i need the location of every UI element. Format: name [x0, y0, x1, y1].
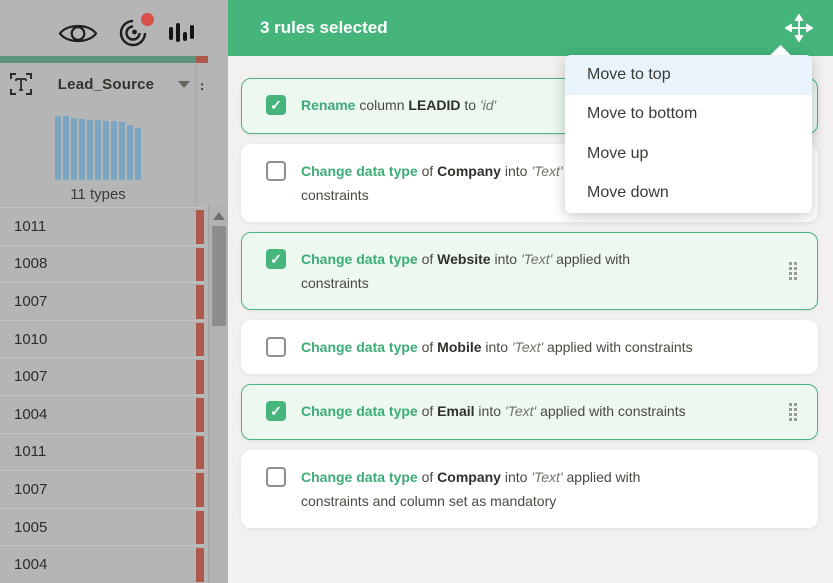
histogram-types-label: 11 types — [70, 186, 126, 203]
column-histogram: 11 types — [0, 108, 196, 207]
value-row[interactable]: 1004 — [0, 545, 204, 583]
cell-value: 1005 — [14, 518, 48, 536]
menu-item-move-down[interactable]: Move down — [565, 174, 812, 214]
notification-badge — [141, 13, 154, 26]
value-row[interactable]: 1004 — [0, 394, 204, 433]
cell-value: 1008 — [14, 255, 48, 273]
menu-item-move-to-top[interactable]: Move to top — [565, 55, 812, 95]
scrollbar[interactable] — [208, 205, 228, 583]
cell-value: 1004 — [14, 405, 48, 423]
value-row[interactable]: 1007 — [0, 357, 204, 395]
text-type-icon — [8, 71, 34, 97]
histogram-bar — [87, 120, 93, 180]
cell-value: 1007 — [14, 368, 48, 386]
value-row[interactable]: 1005 — [0, 507, 204, 546]
histogram-bar — [95, 120, 101, 180]
cell-value: 1004 — [14, 556, 48, 574]
histogram-bar — [135, 128, 141, 180]
column-menu-caret-icon[interactable] — [178, 80, 190, 88]
quality-invalid-segment — [196, 56, 208, 63]
invalid-stripe — [196, 247, 204, 282]
column-toolbar — [0, 10, 208, 56]
checkbox-unchecked[interactable] — [266, 337, 286, 357]
histogram-bar — [111, 121, 117, 180]
invalid-stripe — [196, 285, 204, 319]
scrollbar-up-arrow-icon[interactable] — [212, 212, 225, 220]
eye-icon[interactable] — [58, 21, 98, 46]
value-row[interactable]: 1011 — [0, 207, 204, 245]
cell-value: 1010 — [14, 330, 48, 348]
cell-value: 1011 — [14, 217, 47, 235]
rule-description: Change data type of Email into 'Text' ap… — [301, 403, 686, 419]
value-row[interactable]: 1007 — [0, 282, 204, 320]
target-icon[interactable] — [117, 13, 154, 49]
rule-card[interactable]: ✓ Change data type of Website into 'Text'… — [241, 232, 818, 310]
invalid-stripe — [196, 548, 204, 582]
cell-value: 1011 — [14, 443, 47, 461]
menu-item-move-up[interactable]: Move up — [565, 134, 812, 174]
rule-card[interactable]: Change data type of Mobile into 'Text' a… — [241, 320, 818, 374]
histogram-bar — [71, 118, 77, 180]
rule-card[interactable]: Change data type of Company into 'Text' … — [241, 450, 818, 528]
move-context-menu: Move to top Move to bottom Move up Move dow… — [565, 44, 812, 214]
invalid-stripe — [196, 435, 204, 470]
value-row[interactable]: 1008 — [0, 244, 204, 283]
histogram-bar — [119, 122, 125, 180]
quality-valid-segment — [0, 56, 196, 63]
histogram-bar — [103, 121, 109, 180]
next-column-sliver: : — [200, 78, 205, 93]
checkbox-unchecked[interactable] — [266, 161, 286, 181]
histogram-bar — [127, 125, 133, 180]
invalid-stripe — [196, 322, 204, 357]
rule-description: Change data type of Mobile into 'Text' a… — [301, 339, 693, 355]
invalid-stripe — [196, 397, 204, 432]
histogram-bar — [63, 116, 69, 180]
column-preview-panel: Lead_Source : 11 types 1011 1008 1007 1010 1… — [0, 0, 228, 583]
rule-card[interactable]: ✓ Change data type of Email into 'Text' a… — [241, 384, 818, 440]
checkbox-checked[interactable]: ✓ — [266, 249, 286, 269]
checkbox-unchecked[interactable] — [266, 467, 286, 487]
invalid-stripe — [196, 510, 204, 545]
column-name: Lead_Source — [57, 75, 155, 93]
rule-description: Change data type of Website into 'Text' … — [301, 251, 631, 291]
menu-item-move-to-bottom[interactable]: Move to bottom — [565, 95, 812, 135]
histogram-bar — [79, 119, 85, 180]
checkbox-checked[interactable]: ✓ — [266, 401, 286, 421]
move-arrows-icon[interactable] — [785, 14, 813, 42]
drag-handle-icon[interactable] — [785, 399, 801, 425]
rules-selected-title: 3 rules selected — [260, 18, 388, 37]
cell-value: 1007 — [14, 480, 48, 498]
histogram-bars — [55, 114, 141, 180]
drag-handle-icon[interactable] — [785, 258, 801, 284]
column-values-list: 1011 1008 1007 1010 1007 1004 1011 1007 1005 1004 — [0, 207, 204, 583]
column-header[interactable]: Lead_Source — [0, 63, 204, 105]
histogram-bar — [55, 116, 61, 180]
bar-chart-icon[interactable] — [168, 19, 194, 47]
cell-value: 1007 — [14, 292, 48, 310]
data-quality-bar — [0, 56, 228, 63]
invalid-stripe — [196, 473, 204, 507]
rules-header: 3 rules selected — [228, 0, 833, 56]
scrollbar-thumb[interactable] — [211, 226, 226, 326]
value-row[interactable]: 1007 — [0, 470, 204, 508]
value-row[interactable]: 1010 — [0, 319, 204, 358]
invalid-stripe — [196, 360, 204, 394]
rule-description: Change data type of Company into 'Text' … — [301, 469, 641, 509]
invalid-stripe — [196, 210, 204, 244]
value-row[interactable]: 1011 — [0, 432, 204, 471]
checkbox-checked[interactable]: ✓ — [266, 95, 286, 115]
